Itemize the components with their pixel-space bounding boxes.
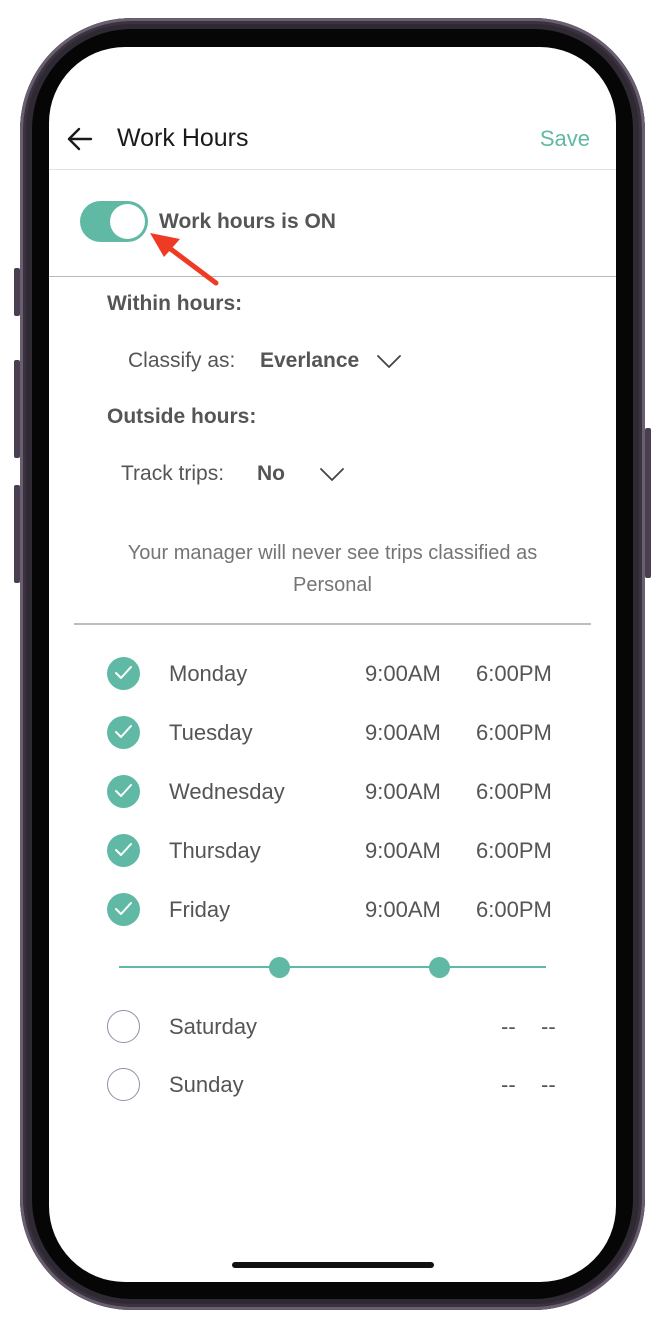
day-checkbox[interactable]	[107, 1068, 140, 1101]
day-row-thursday: Thursday 9:00AM 6:00PM	[49, 830, 616, 870]
day-row-tuesday: Tuesday 9:00AM 6:00PM	[49, 712, 616, 752]
start-time[interactable]: 9:00AM	[365, 720, 441, 746]
slider-start-handle[interactable]	[268, 957, 290, 978]
slider-end-handle[interactable]	[428, 957, 450, 978]
day-row-wednesday: Wednesday 9:00AM 6:00PM	[49, 771, 616, 811]
checkmark-icon	[115, 725, 132, 738]
arrow-left-icon[interactable]	[67, 127, 93, 151]
annotation-arrow-icon	[150, 233, 219, 286]
within-hours-title: Within hours:	[107, 292, 243, 315]
toggle-knob	[110, 204, 145, 239]
classify-label: Classify as:	[128, 349, 236, 372]
end-time[interactable]: 6:00PM	[476, 779, 552, 805]
start-time[interactable]: 9:00AM	[365, 838, 441, 864]
checkmark-icon	[115, 902, 132, 915]
day-checkbox[interactable]	[107, 834, 140, 867]
page-title: Work Hours	[117, 124, 249, 152]
track-trips-value: No	[257, 462, 285, 485]
end-time[interactable]: --	[541, 1072, 556, 1098]
nav-header: Work Hours Save	[49, 107, 616, 170]
app-screen: Work Hours Save Work hours is ON Within …	[49, 47, 616, 1282]
day-name: Wednesday	[169, 779, 285, 804]
chevron-down-icon[interactable]	[377, 355, 401, 369]
track-trips-select[interactable]: No	[257, 462, 285, 486]
end-time[interactable]: 6:00PM	[476, 838, 552, 864]
day-checkbox[interactable]	[107, 1010, 140, 1043]
checkmark-icon	[115, 843, 132, 856]
day-checkbox[interactable]	[107, 657, 140, 690]
track-trips-label: Track trips:	[121, 462, 225, 485]
work-hours-toggle[interactable]	[80, 201, 148, 242]
slider-track	[119, 966, 546, 968]
start-time[interactable]: --	[501, 1072, 516, 1098]
day-name: Tuesday	[169, 720, 253, 745]
day-name: Saturday	[169, 1014, 258, 1039]
day-name: Sunday	[169, 1072, 244, 1097]
start-time[interactable]: 9:00AM	[365, 661, 441, 687]
end-time[interactable]: 6:00PM	[476, 720, 552, 746]
home-indicator[interactable]	[232, 1262, 434, 1268]
save-button[interactable]: Save	[540, 126, 590, 152]
day-row-friday: Friday 9:00AM 6:00PM	[49, 889, 616, 929]
end-time[interactable]: --	[541, 1014, 556, 1040]
classify-value: Everlance	[260, 349, 360, 372]
day-name: Thursday	[169, 838, 261, 863]
section-divider	[74, 623, 591, 625]
power-button	[645, 428, 651, 578]
outside-hours-title: Outside hours:	[107, 405, 257, 428]
day-checkbox[interactable]	[107, 775, 140, 808]
checkmark-icon	[115, 666, 132, 679]
start-time[interactable]: --	[501, 1014, 516, 1040]
work-hours-toggle-row: Work hours is ON	[49, 170, 616, 277]
day-checkbox[interactable]	[107, 893, 140, 926]
day-row-saturday: Saturday -- --	[49, 1006, 616, 1046]
day-name: Friday	[169, 897, 231, 922]
checkmark-icon	[115, 784, 132, 797]
day-row-sunday: Sunday -- --	[49, 1064, 616, 1104]
day-row-monday: Monday 9:00AM 6:00PM	[49, 653, 616, 693]
privacy-note: Your manager will never see trips classi…	[127, 542, 538, 596]
classify-select[interactable]: Everlance	[260, 349, 359, 373]
start-time[interactable]: 9:00AM	[365, 779, 441, 805]
day-checkbox[interactable]	[107, 716, 140, 749]
day-name: Monday	[169, 661, 248, 686]
end-time[interactable]: 6:00PM	[476, 897, 552, 923]
end-time[interactable]: 6:00PM	[476, 661, 552, 687]
chevron-down-icon[interactable]	[320, 468, 344, 482]
time-range-slider[interactable]	[119, 955, 546, 979]
start-time[interactable]: 9:00AM	[365, 897, 441, 923]
